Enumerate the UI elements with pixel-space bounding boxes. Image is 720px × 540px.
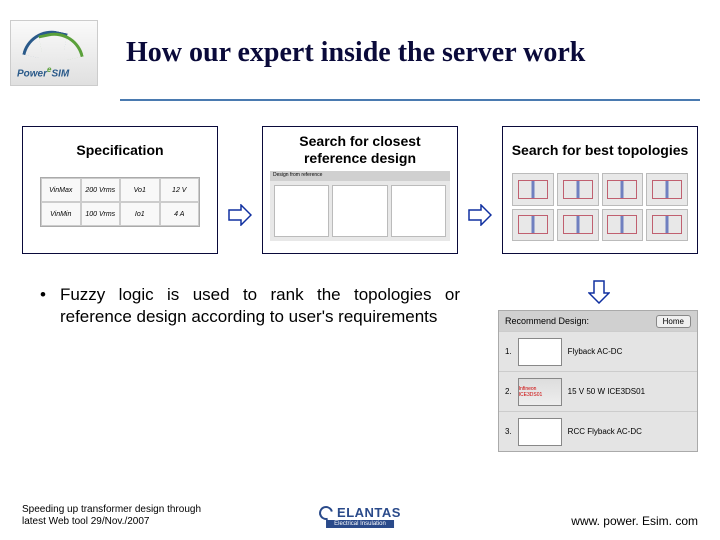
ref-header: Design from reference [270,171,450,181]
powersim-logo: PowereSIM [10,20,98,86]
ref-col [391,185,446,237]
topology-thumb [646,209,688,242]
topology-thumb [557,209,599,242]
flow-box-topologies: Search for best topologies [502,126,698,254]
spec-cell: 200 Vrms [81,178,121,202]
flow-label: Specification [76,133,163,167]
flow-label: Search for closest reference design [267,133,453,167]
topology-thumb [512,173,554,206]
spec-cell: VinMin [41,202,81,226]
footer-left: Speeding up transformer design through l… [22,504,222,528]
topology-thumb [646,173,688,206]
rec-thumb [518,418,562,446]
recommend-row: 2. Infineon ICE3DS01 15 V 50 W ICE3DS01 [499,371,697,411]
elantas-name: ELANTAS [337,505,401,520]
logo-brand: Power [17,68,47,79]
reference-panel: Design from reference [270,171,450,241]
rec-num: 2. [505,387,512,396]
spec-table: VinMax 200 Vrms Vo1 12 V VinMin 100 Vrms… [40,177,200,227]
arrow-right-icon [465,204,495,226]
topology-thumb [602,173,644,206]
topology-thumb [602,209,644,242]
arrow-down-icon [588,280,610,309]
footer-line1: Speeding up transformer design through [22,504,222,516]
rec-caption: 15 V 50 W ICE3DS01 [568,387,645,396]
ref-col [332,185,387,237]
rec-thumb [518,338,562,366]
bullet-item: • Fuzzy logic is used to rank the topolo… [40,284,460,328]
rec-num: 1. [505,347,512,356]
recommend-header: Recommend Design: Home [499,311,697,331]
flow-row: Specification VinMax 200 Vrms Vo1 12 V V… [0,86,720,254]
rec-caption: Flyback AC-DC [568,347,623,356]
ref-col [274,185,329,237]
recommend-title: Recommend Design: [505,316,589,326]
footer: Speeding up transformer design through l… [0,504,720,528]
flow-label: Search for best topologies [512,133,689,167]
rec-caption: RCC Flyback AC-DC [568,427,642,436]
footer-url: www. power. Esim. com [571,514,698,528]
rec-num: 3. [505,427,512,436]
recommend-row: 1. Flyback AC-DC [499,331,697,371]
rec-thumb: Infineon ICE3DS01 [518,378,562,406]
header: PowereSIM How our expert inside the serv… [0,0,720,86]
spec-cell: 12 V [160,178,200,202]
spec-cell: Vo1 [120,178,160,202]
footer-line2: latest Web tool 29/Nov./2007 [22,516,222,528]
arrow-right-icon [225,204,255,226]
topology-thumb [557,173,599,206]
spec-cell: Io1 [120,202,160,226]
flow-box-reference: Search for closest reference design Desi… [262,126,458,254]
bullet-mark: • [40,284,46,328]
bullet-text: Fuzzy logic is used to rank the topologi… [60,284,460,328]
spec-cell: 100 Vrms [81,202,121,226]
spec-cell: 4 A [160,202,200,226]
spec-cell: VinMax [41,178,81,202]
title-underline [120,99,700,101]
home-button[interactable]: Home [656,315,691,328]
recommend-panel: Recommend Design: Home 1. Flyback AC-DC … [498,310,698,452]
logo-suffix: SIM [51,68,69,79]
page-title: How our expert inside the server work [126,37,585,69]
topology-thumb [512,209,554,242]
footer-center: ELANTAS Electrical Insulation [319,505,401,528]
elantas-sub: Electrical Insulation [326,520,394,528]
topology-grid [512,173,688,241]
flow-box-specification: Specification VinMax 200 Vrms Vo1 12 V V… [22,126,218,254]
bullet-area: • Fuzzy logic is used to rank the topolo… [0,254,500,328]
recommend-row: 3. RCC Flyback AC-DC [499,411,697,451]
elantas-logo: ELANTAS Electrical Insulation [319,505,401,528]
